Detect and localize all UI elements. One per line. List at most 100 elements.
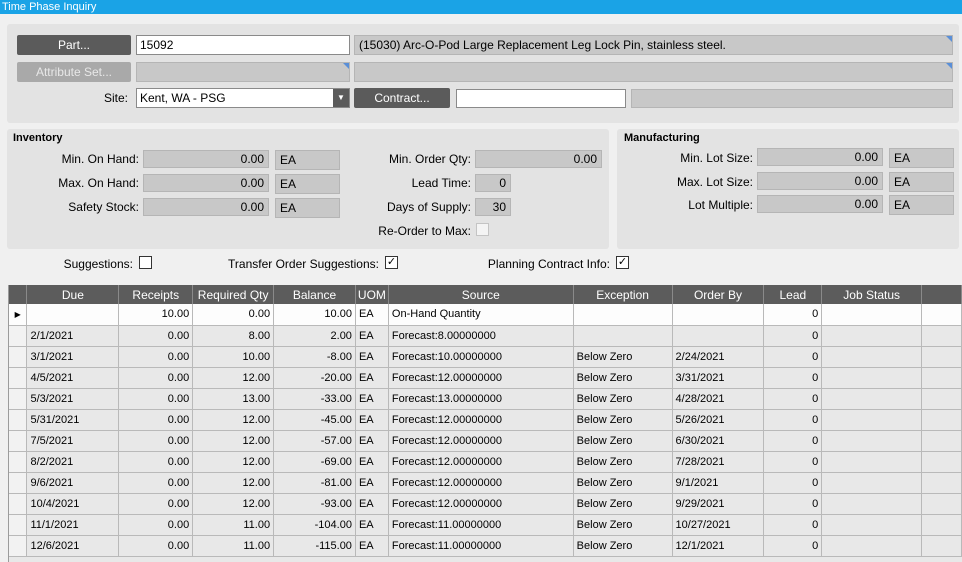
table-row[interactable]: 11/1/2021 0.00 11.00 -104.00 EA Forecast:11.0… — [9, 514, 962, 536]
table-cell[interactable]: 0 — [763, 346, 823, 368]
table-cell[interactable]: 0.00 — [192, 304, 275, 326]
transfer-order-suggestions-checkbox[interactable]: ✓ — [385, 256, 398, 269]
table-cell[interactable]: 0.00 — [118, 514, 194, 536]
row-indicator[interactable] — [9, 409, 28, 431]
table-cell[interactable]: EA — [355, 409, 389, 431]
row-indicator[interactable]: ▶ — [9, 304, 28, 326]
table-cell[interactable]: 0.00 — [118, 430, 194, 452]
table-cell[interactable]: 9/29/2021 — [672, 493, 765, 515]
table-cell[interactable]: 2/1/2021 — [26, 325, 120, 347]
table-cell[interactable] — [821, 493, 923, 515]
table-cell[interactable] — [821, 304, 923, 326]
time-phase-grid[interactable]: Due Receipts Required Qty Balance UOM So… — [8, 285, 962, 562]
table-cell[interactable]: 0 — [763, 304, 823, 326]
table-cell[interactable]: 2/24/2021 — [672, 346, 765, 368]
contract-input[interactable] — [456, 89, 626, 108]
table-cell[interactable]: Forecast:11.00000000 — [388, 514, 574, 536]
table-cell[interactable]: 5/31/2021 — [26, 409, 120, 431]
table-cell[interactable]: -104.00 — [273, 514, 356, 536]
column-header[interactable]: Required Qty — [192, 285, 275, 304]
table-cell[interactable]: 10.00 — [273, 304, 356, 326]
table-cell[interactable] — [821, 514, 923, 536]
column-header[interactable]: Job Status — [821, 285, 923, 304]
table-cell[interactable]: 10/27/2021 — [672, 514, 765, 536]
table-cell[interactable]: 12.00 — [192, 472, 275, 494]
row-indicator[interactable] — [9, 535, 28, 557]
table-cell[interactable] — [821, 535, 923, 557]
table-cell[interactable]: 7/5/2021 — [26, 430, 120, 452]
table-cell[interactable]: 12.00 — [192, 367, 275, 389]
table-cell[interactable]: 10/4/2021 — [26, 493, 120, 515]
table-cell[interactable] — [672, 304, 765, 326]
table-cell[interactable]: 0.00 — [118, 472, 194, 494]
table-cell[interactable] — [821, 430, 923, 452]
table-row[interactable]: 2/1/2021 0.00 8.00 2.00 EA Forecast:8.0000000… — [9, 325, 962, 347]
row-indicator[interactable] — [9, 451, 28, 473]
table-cell[interactable]: 0 — [763, 472, 823, 494]
table-cell[interactable]: 12.00 — [192, 451, 275, 473]
table-cell[interactable]: Below Zero — [573, 514, 673, 536]
table-cell[interactable]: 0 — [763, 367, 823, 389]
table-cell[interactable]: 12/1/2021 — [672, 535, 765, 557]
table-row[interactable]: 10/4/2021 0.00 12.00 -93.00 EA Forecast:12.00… — [9, 493, 962, 515]
table-cell[interactable]: 0 — [763, 409, 823, 431]
table-cell[interactable]: 11.00 — [192, 514, 275, 536]
table-row[interactable]: 7/5/2021 0.00 12.00 -57.00 EA Forecast:12.000… — [9, 430, 962, 452]
table-row[interactable]: 9/6/2021 0.00 12.00 -81.00 EA Forecast:12.000… — [9, 472, 962, 494]
table-cell[interactable]: -20.00 — [273, 367, 356, 389]
column-header[interactable]: Balance — [273, 285, 356, 304]
suggestions-checkbox[interactable] — [139, 256, 152, 269]
table-cell[interactable]: Below Zero — [573, 367, 673, 389]
table-row[interactable]: 3/1/2021 0.00 10.00 -8.00 EA Forecast:10.0000… — [9, 346, 962, 368]
table-cell[interactable]: 9/6/2021 — [26, 472, 120, 494]
table-cell[interactable]: Forecast:12.00000000 — [388, 367, 574, 389]
column-header[interactable]: Due — [26, 285, 120, 304]
table-cell[interactable]: 5/3/2021 — [26, 388, 120, 410]
table-cell[interactable]: Forecast:8.00000000 — [388, 325, 574, 347]
table-cell[interactable]: 0.00 — [118, 346, 194, 368]
table-cell[interactable]: -69.00 — [273, 451, 356, 473]
reorder-to-max-checkbox[interactable] — [476, 223, 489, 236]
part-button[interactable]: Part... — [17, 35, 131, 55]
table-cell[interactable]: 12/6/2021 — [26, 535, 120, 557]
table-cell[interactable]: -81.00 — [273, 472, 356, 494]
table-cell[interactable] — [821, 325, 923, 347]
table-cell[interactable] — [821, 409, 923, 431]
row-indicator[interactable] — [9, 430, 28, 452]
table-cell[interactable]: 10.00 — [192, 346, 275, 368]
table-row[interactable]: 5/31/2021 0.00 12.00 -45.00 EA Forecast:12.00… — [9, 409, 962, 431]
table-cell[interactable]: 5/26/2021 — [672, 409, 765, 431]
table-cell[interactable]: 3/1/2021 — [26, 346, 120, 368]
row-indicator[interactable] — [9, 388, 28, 410]
contract-button[interactable]: Contract... — [354, 88, 450, 108]
table-cell[interactable]: Forecast:12.00000000 — [388, 451, 574, 473]
column-header[interactable]: Receipts — [118, 285, 194, 304]
table-cell[interactable]: 3/31/2021 — [672, 367, 765, 389]
table-cell[interactable]: EA — [355, 430, 389, 452]
table-row[interactable]: 8/2/2021 0.00 12.00 -69.00 EA Forecast:12.000… — [9, 451, 962, 473]
table-cell[interactable]: 4/28/2021 — [672, 388, 765, 410]
planning-contract-info-checkbox[interactable]: ✓ — [616, 256, 629, 269]
table-cell[interactable]: 0.00 — [118, 367, 194, 389]
table-cell[interactable]: 0.00 — [118, 409, 194, 431]
table-cell[interactable]: Forecast:10.00000000 — [388, 346, 574, 368]
column-header[interactable]: Order By — [672, 285, 765, 304]
table-cell[interactable]: -33.00 — [273, 388, 356, 410]
table-cell[interactable]: Below Zero — [573, 409, 673, 431]
table-cell[interactable]: EA — [355, 514, 389, 536]
table-cell[interactable]: Below Zero — [573, 430, 673, 452]
table-cell[interactable] — [672, 325, 765, 347]
table-cell[interactable]: EA — [355, 346, 389, 368]
table-cell[interactable]: 0 — [763, 430, 823, 452]
row-indicator[interactable] — [9, 493, 28, 515]
row-indicator[interactable] — [9, 325, 28, 347]
table-cell[interactable]: 7/28/2021 — [672, 451, 765, 473]
table-cell[interactable]: 11/1/2021 — [26, 514, 120, 536]
table-cell[interactable]: 0 — [763, 388, 823, 410]
column-header[interactable]: UOM — [355, 285, 389, 304]
column-header[interactable]: Exception — [573, 285, 673, 304]
table-cell[interactable] — [821, 346, 923, 368]
row-indicator[interactable] — [9, 346, 28, 368]
row-indicator[interactable] — [9, 367, 28, 389]
table-cell[interactable]: 12.00 — [192, 409, 275, 431]
